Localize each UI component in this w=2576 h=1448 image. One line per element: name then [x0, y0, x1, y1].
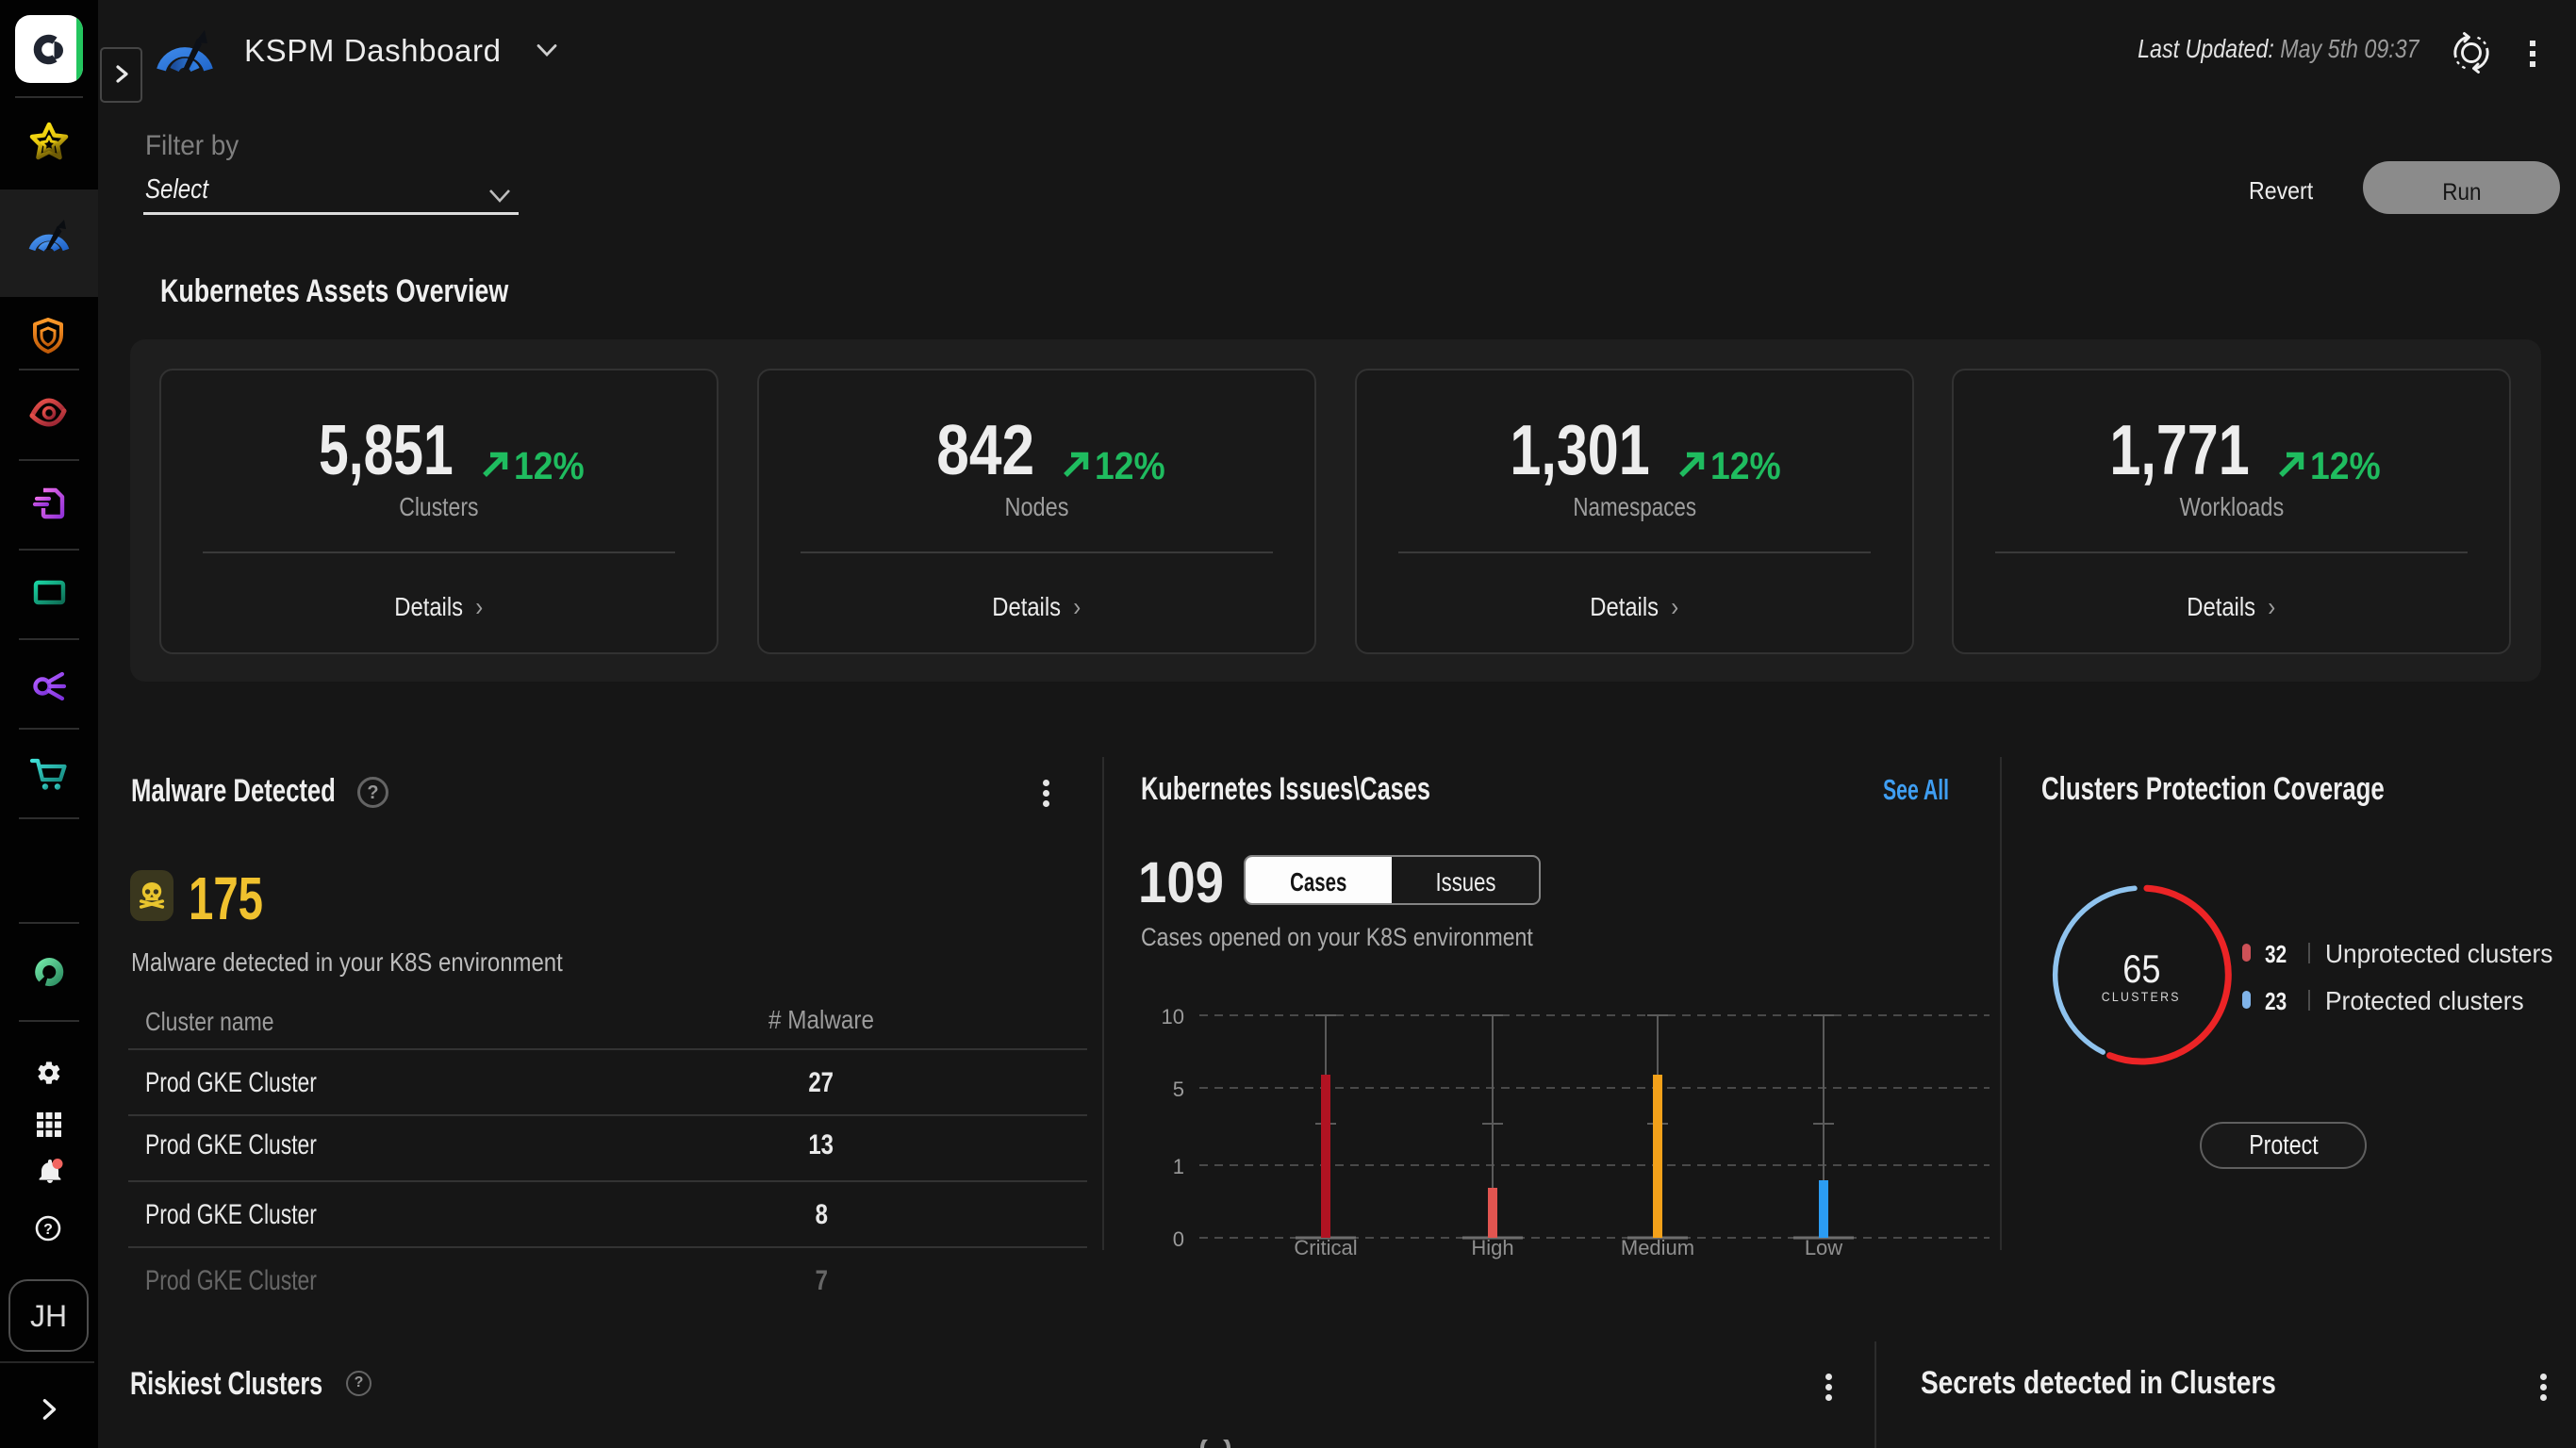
svg-text:1: 1 [1173, 1155, 1184, 1178]
svg-text:?: ? [43, 1222, 53, 1238]
svg-text:Critical: Critical [1294, 1236, 1357, 1259]
svg-text:Medium: Medium [1621, 1236, 1694, 1259]
svg-text:0: 0 [1173, 1227, 1184, 1251]
svg-text:10: 10 [1162, 1005, 1184, 1028]
svg-text:5: 5 [1173, 1078, 1184, 1101]
svg-text:Low: Low [1805, 1236, 1842, 1259]
svg-text:High: High [1471, 1236, 1513, 1259]
